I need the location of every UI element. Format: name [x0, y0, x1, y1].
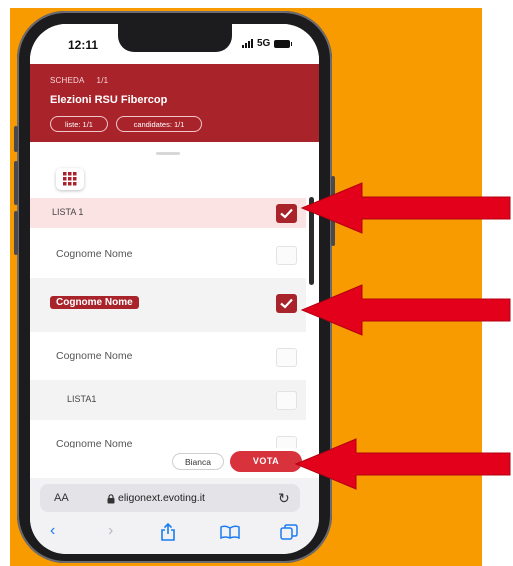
candidate-row-selected[interactable]: Cognome Nome [30, 278, 306, 332]
forward-icon[interactable]: › [108, 522, 113, 540]
grid-icon [63, 172, 77, 186]
scheda-count: 1/1 [96, 76, 109, 85]
mute-switch [14, 126, 18, 152]
arrow-to-candidate-checkbox [300, 284, 511, 336]
reader-aa-button[interactable]: AA [54, 492, 69, 504]
liste-pill[interactable]: liste: 1/1 [50, 116, 108, 132]
scheda-title: SCHEDA [50, 76, 85, 85]
candidate-label: Cognome Nome [56, 350, 133, 362]
arrow-to-list-checkbox [300, 182, 511, 234]
list-checkbox[interactable] [276, 204, 297, 223]
scheda-label: SCHEDA 1/1 [50, 76, 108, 85]
candidates-pill[interactable]: candidates: 1/1 [116, 116, 202, 132]
arrow-to-vote-button [294, 438, 511, 490]
address-bar[interactable]: AA eligonext.evoting.it ↻ [40, 484, 300, 512]
lock-icon [107, 494, 115, 504]
battery-icon [274, 39, 293, 48]
status-indicators: 5G [242, 38, 293, 49]
list-row[interactable]: LISTA1 [30, 380, 306, 420]
list-label: LISTA1 [67, 394, 97, 404]
tabs-icon[interactable] [280, 524, 298, 540]
back-icon[interactable]: ‹ [50, 522, 55, 540]
bookmarks-icon[interactable] [220, 525, 240, 539]
notch [118, 24, 232, 52]
candidate-row[interactable]: Cognome Nome [30, 334, 306, 378]
list-checkbox[interactable] [276, 391, 297, 410]
url-text: eligonext.evoting.it [118, 492, 205, 504]
status-bar: 12:11 5G [30, 24, 319, 64]
ballot-header: SCHEDA 1/1 Elezioni RSU Fibercop liste: 1… [30, 64, 319, 142]
ballot-content: LISTA 1 Cognome Nome Cognome Nome Cognom… [30, 142, 319, 476]
candidate-row[interactable]: Cognome Nome [30, 232, 306, 276]
candidate-checkbox[interactable] [276, 246, 297, 265]
candidate-label-selected: Cognome Nome [50, 296, 139, 309]
reload-icon[interactable]: ↻ [278, 490, 290, 507]
candidate-label: Cognome Nome [56, 248, 133, 260]
vote-action-bar: Bianca VOTA [30, 448, 319, 478]
list-label: LISTA 1 [52, 207, 84, 217]
vote-button[interactable]: VOTA [230, 451, 302, 472]
election-title: Elezioni RSU Fibercop [50, 94, 168, 106]
checkmark-icon [280, 298, 293, 309]
sheet-handle[interactable] [156, 152, 180, 155]
browser-nav: ‹ › [30, 522, 319, 544]
blank-ballot-button[interactable]: Bianca [172, 453, 224, 470]
grid-view-button[interactable] [56, 168, 84, 190]
browser-toolbar: AA eligonext.evoting.it ↻ ‹ › [30, 478, 319, 554]
volume-up-button [14, 161, 18, 205]
share-icon[interactable] [160, 523, 176, 541]
phone-screen: 12:11 5G SCHEDA 1/1 Elezioni RSU Fibercop… [30, 24, 319, 554]
checkmark-icon [280, 208, 293, 219]
candidate-checkbox-selected[interactable] [276, 294, 297, 313]
network-type: 5G [257, 38, 271, 49]
volume-down-button [14, 211, 18, 255]
status-time: 12:11 [68, 38, 99, 52]
list-row[interactable]: LISTA 1 [30, 198, 306, 228]
candidate-checkbox[interactable] [276, 348, 297, 367]
signal-icon [242, 39, 253, 48]
